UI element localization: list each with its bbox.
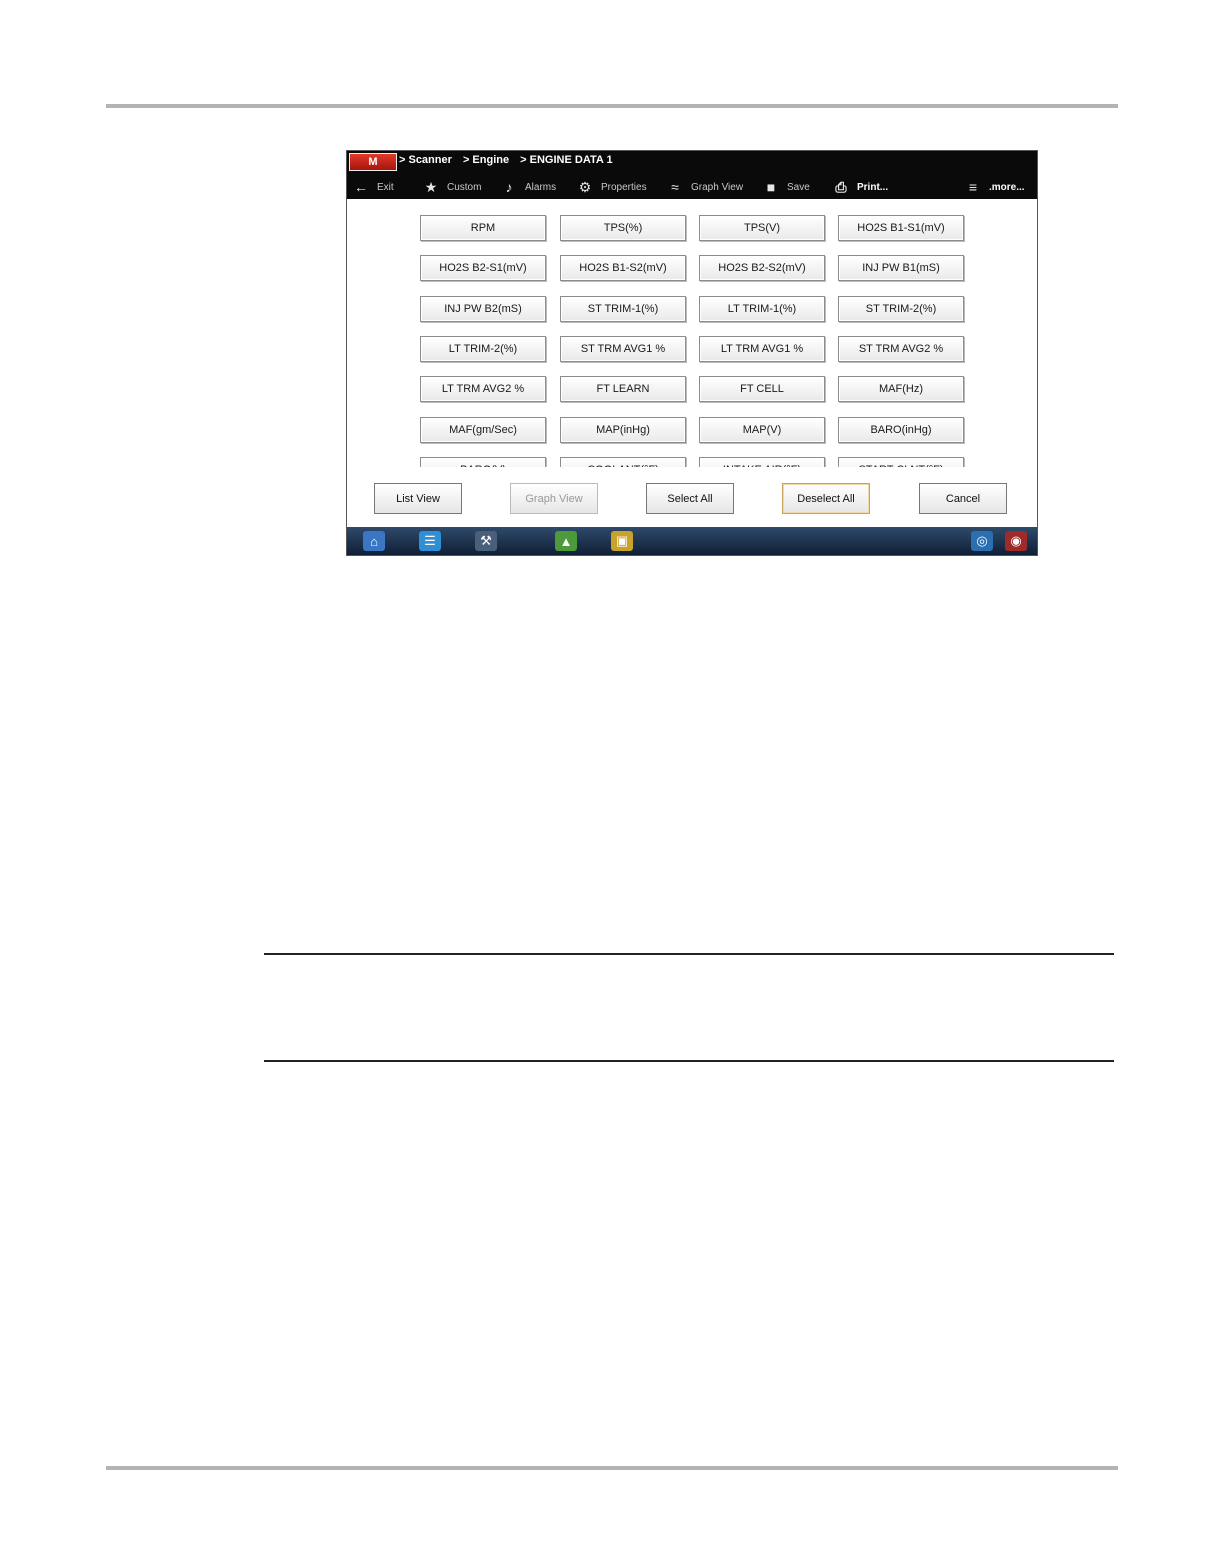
page-header-rule (106, 104, 1118, 108)
save-icon: ■ (766, 179, 776, 195)
pid-button[interactable]: BARO(V) (420, 457, 546, 467)
custom-button[interactable]: ★ Custom (423, 176, 482, 198)
pid-button[interactable]: LT TRIM-2(%) (420, 336, 546, 362)
camera-icon[interactable]: ◉ (1005, 531, 1027, 551)
properties-button[interactable]: ⚙ Properties (577, 176, 647, 198)
pid-button[interactable]: MAP(inHg) (560, 417, 686, 443)
save-button[interactable]: ■ Save (763, 176, 810, 198)
back-arrow-icon: ← (354, 179, 368, 195)
scanner-screenshot: M > Scanner > Engine > ENGINE DATA 1 ← Ex… (346, 150, 1038, 556)
pid-button[interactable]: INJ PW B2(mS) (420, 296, 546, 322)
menu-icon: ≡ (968, 179, 978, 195)
pid-button[interactable]: MAP(V) (699, 417, 825, 443)
pid-button[interactable]: LT TRM AVG2 % (420, 376, 546, 402)
graph-view-button: Graph View (510, 483, 598, 514)
pid-button[interactable]: RPM (420, 215, 546, 241)
pid-button[interactable]: HO2S B1-S2(mV) (560, 255, 686, 281)
alarms-button[interactable]: ♪ Alarms (501, 176, 557, 198)
cancel-button[interactable]: Cancel (919, 483, 1007, 514)
pid-button[interactable]: LT TRM AVG1 % (699, 336, 825, 362)
pid-button[interactable]: HO2S B2-S1(mV) (420, 255, 546, 281)
printer-icon: ⎙ (835, 178, 847, 195)
page-footer-rule (106, 1466, 1118, 1470)
breadcrumb: > Scanner > Engine > ENGINE DATA 1 (399, 154, 621, 166)
pid-button[interactable]: ST TRM AVG2 % (838, 336, 964, 362)
pid-button[interactable]: INJ PW B1(mS) (838, 255, 964, 281)
note-rule-bottom (264, 1060, 1114, 1062)
image-icon[interactable]: ▣ (611, 531, 633, 551)
pid-button[interactable]: TPS(%) (560, 215, 686, 241)
breadcrumb-engine[interactable]: > Engine (463, 154, 509, 166)
deselect-all-button[interactable]: Deselect All (782, 483, 870, 514)
pid-button[interactable]: MAF(gm/Sec) (420, 417, 546, 443)
tools-icon[interactable]: ⚒ (475, 531, 497, 551)
taskbar: ⌂ ☰ ⚒ ▲ ▣ ◎ ◉ (347, 527, 1037, 555)
star-icon: ★ (424, 178, 438, 195)
pid-button[interactable]: TPS(V) (699, 215, 825, 241)
pid-button[interactable]: HO2S B2-S2(mV) (699, 255, 825, 281)
select-all-button[interactable]: Select All (646, 483, 734, 514)
pid-button[interactable]: ST TRIM-2(%) (838, 296, 964, 322)
graph-icon: ≈ (671, 179, 679, 195)
toolbar: ← Exit ★ Custom ♪ Alarms ⚙ Properties ≈ Graph… (347, 175, 1037, 199)
data-list-icon[interactable]: ☰ (419, 531, 441, 551)
note-rule-top (264, 953, 1114, 955)
graph-view-toolbar-button[interactable]: ≈ Graph View (667, 176, 743, 198)
pid-button[interactable]: FT CELL (699, 376, 825, 402)
print-button[interactable]: ⎙ Print... (833, 176, 888, 198)
home-icon[interactable]: ⌂ (363, 531, 385, 551)
list-view-button[interactable]: List View (374, 483, 462, 514)
exit-button[interactable]: ← Exit (353, 176, 394, 198)
pid-button[interactable]: ST TRIM-1(%) (560, 296, 686, 322)
wireless-icon[interactable]: ◎ (971, 531, 993, 551)
pid-button-grid[interactable]: RPM TPS(%) TPS(V) HO2S B1-S1(mV) HO2S B2-S1(… (347, 199, 1037, 467)
pid-button[interactable]: LT TRIM-1(%) (699, 296, 825, 322)
pid-button[interactable]: BARO(inHg) (838, 417, 964, 443)
title-bar: M > Scanner > Engine > ENGINE DATA 1 ← Ex… (347, 151, 1037, 199)
gears-icon: ⚙ (578, 178, 592, 195)
bell-icon: ♪ (505, 179, 513, 195)
pid-button[interactable]: MAF(Hz) (838, 376, 964, 402)
pid-button[interactable]: ST TRM AVG1 % (560, 336, 686, 362)
vehicle-icon[interactable]: ▲ (555, 531, 577, 551)
breadcrumb-scanner[interactable]: > Scanner (399, 154, 452, 166)
pid-button[interactable]: HO2S B1-S1(mV) (838, 215, 964, 241)
more-button[interactable]: ≡ .more... (965, 176, 1025, 198)
pid-button[interactable]: FT LEARN (560, 376, 686, 402)
pid-button[interactable]: START CLNT(°F) (838, 457, 964, 467)
app-logo: M (349, 153, 397, 171)
pid-button[interactable]: INTAKE AIR(°F) (699, 457, 825, 467)
breadcrumb-engine-data: > ENGINE DATA 1 (520, 154, 613, 166)
pid-button[interactable]: COOLANT(°F) (560, 457, 686, 467)
